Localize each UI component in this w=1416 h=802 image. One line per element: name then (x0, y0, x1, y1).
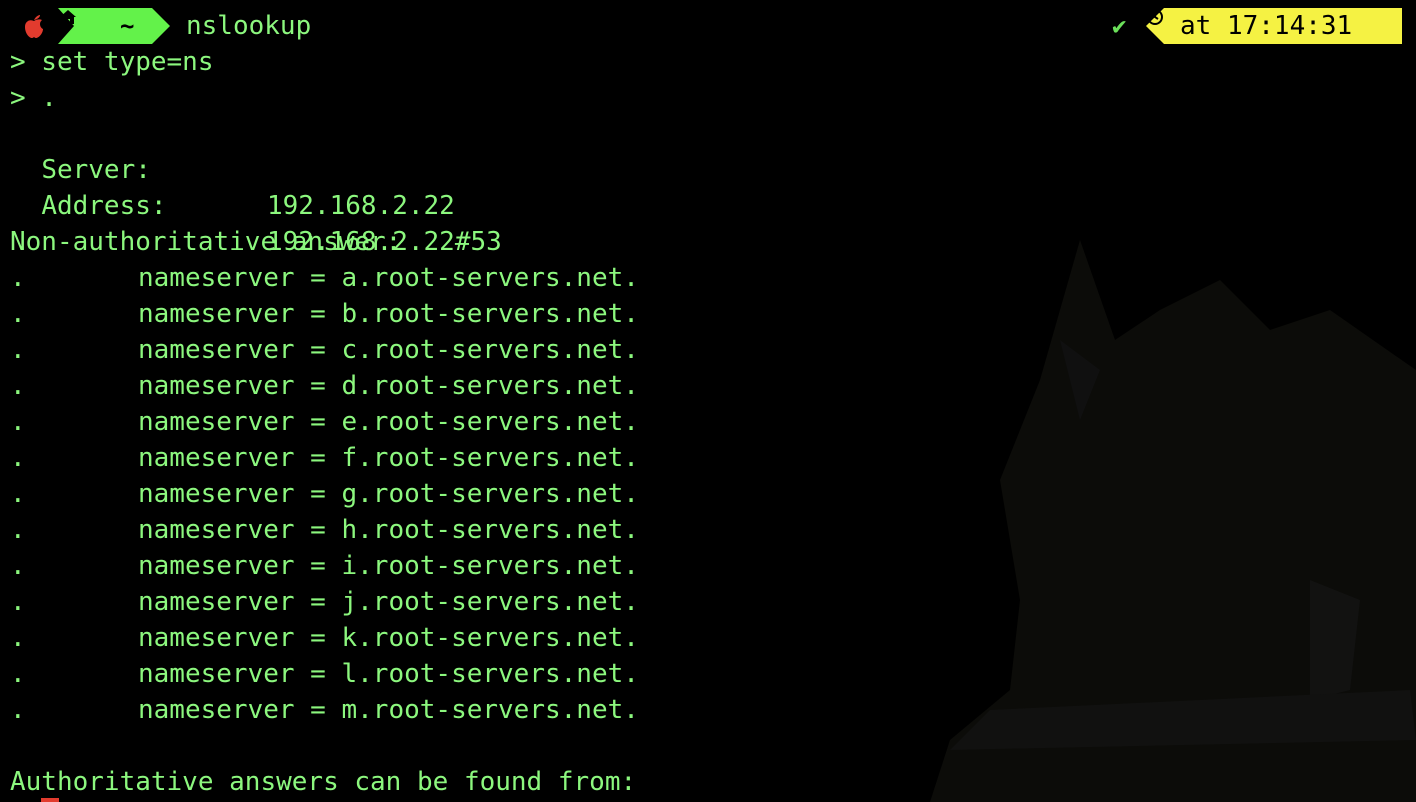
record-dot: . (10, 443, 26, 473)
prompt-bar: ~ nslookup ✔ at 17:14:31 (0, 8, 1416, 44)
nameserver-record: . nameserver = e.root-servers.net. (0, 404, 700, 440)
apple-logo-icon (25, 15, 43, 38)
input-line-set-type: > set type=ns (10, 47, 214, 77)
nameserver-record: . nameserver = j.root-servers.net. (0, 584, 700, 620)
record-dot: . (10, 551, 26, 581)
record-text: nameserver = k.root-servers.net. (138, 623, 639, 653)
record-text: nameserver = h.root-servers.net. (138, 515, 639, 545)
record-dot: . (10, 515, 26, 545)
checkmark-icon: ✔ (1112, 12, 1127, 40)
home-icon (60, 10, 76, 24)
record-text: nameserver = a.root-servers.net. (138, 263, 639, 293)
input-line-query: > . (10, 83, 57, 113)
record-text: nameserver = c.root-servers.net. (138, 335, 639, 365)
time-text: at 17:14:31 (1180, 8, 1352, 44)
record-dot: . (10, 263, 26, 293)
authoritative-heading: Authoritative answers can be found from: (10, 767, 637, 797)
nameserver-record: . nameserver = m.root-servers.net. (0, 692, 700, 728)
record-dot: . (10, 695, 26, 725)
time-value: 17:14:31 (1226, 11, 1353, 41)
nameserver-record: . nameserver = a.root-servers.net. (0, 260, 700, 296)
record-dot: . (10, 587, 26, 617)
record-text: nameserver = m.root-servers.net. (138, 695, 639, 725)
time-prefix: at (1180, 11, 1212, 41)
directory-label: ~ (120, 12, 135, 40)
record-dot: . (10, 659, 26, 689)
nameserver-record: . nameserver = c.root-servers.net. (0, 332, 700, 368)
record-text: nameserver = f.root-servers.net. (138, 443, 639, 473)
command-text: nslookup (186, 11, 312, 41)
nameserver-record: . nameserver = i.root-servers.net. (0, 548, 700, 584)
record-text: nameserver = d.root-servers.net. (138, 371, 639, 401)
record-dot: . (10, 335, 26, 365)
nameserver-record: . nameserver = b.root-servers.net. (0, 296, 700, 332)
server-value: 192.168.2.22 (267, 191, 455, 221)
record-dot: . (10, 299, 26, 329)
nameserver-record: . nameserver = k.root-servers.net. (0, 620, 700, 656)
clock-icon (1147, 9, 1163, 25)
record-text: nameserver = e.root-servers.net. (138, 407, 639, 437)
nameserver-record: . nameserver = d.root-servers.net. (0, 368, 700, 404)
background-artwork (930, 240, 1416, 802)
address-label: Address: (41, 191, 167, 221)
record-text: nameserver = g.root-servers.net. (138, 479, 639, 509)
nameserver-record: . nameserver = g.root-servers.net. (0, 476, 700, 512)
address-line: Address: 192.168.2.22#53 (10, 152, 610, 257)
record-text: nameserver = b.root-servers.net. (138, 299, 639, 329)
record-dot: . (10, 479, 26, 509)
record-dot: . (10, 623, 26, 653)
time-segment: at 17:14:31 (1146, 8, 1402, 44)
nameserver-record: . nameserver = l.root-servers.net. (0, 656, 700, 692)
terminal-cursor[interactable] (41, 798, 59, 802)
record-text: nameserver = l.root-servers.net. (138, 659, 639, 689)
record-dot: . (10, 371, 26, 401)
non-authoritative-heading: Non-authoritative answer: (10, 227, 402, 257)
record-text: nameserver = j.root-servers.net. (138, 587, 639, 617)
record-text: nameserver = i.root-servers.net. (138, 551, 639, 581)
nameserver-record: . nameserver = f.root-servers.net. (0, 440, 700, 476)
nameserver-record: . nameserver = h.root-servers.net. (0, 512, 700, 548)
server-line: Server: 192.168.2.22 (10, 116, 610, 221)
home-directory-segment: ~ (58, 8, 170, 44)
record-dot: . (10, 407, 26, 437)
